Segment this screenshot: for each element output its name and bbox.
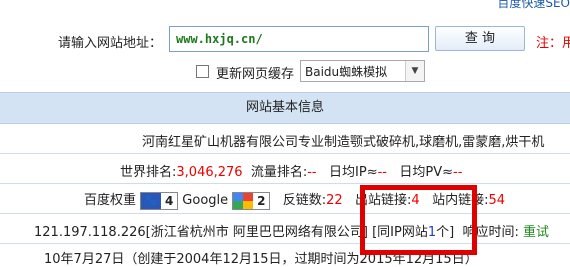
url-label: 请输入网站地址：	[58, 36, 163, 51]
google-icon	[233, 192, 254, 209]
baidu-weight-badge[interactable]: 🐾 4	[140, 191, 179, 210]
traffic-rank-value: --	[307, 165, 317, 180]
date-row: 10年7月27日（创建于2004年12月15日，过期时间为2015年12月15日…	[0, 244, 570, 267]
world-rank-value: 3,046,276	[176, 165, 243, 180]
baidu-paw-icon: 🐾	[141, 192, 162, 209]
query-button[interactable]: 查 询	[435, 26, 525, 51]
daily-pv-label: 日均PV≈	[399, 165, 454, 180]
search-area: 请输入网站地址： www.hxjq.cn/ 查 询 注：用 更新网页缓存 Bai…	[0, 24, 570, 92]
google-pr-badge[interactable]: 2	[232, 191, 271, 210]
site-info-panel: 网站基本信息 河南红星矿山机器有限公司专业制造颚式破碎机,球磨机,雷蒙磨,烘干机…	[0, 92, 570, 267]
daily-ip-value: --	[377, 165, 387, 180]
top-link[interactable]: 百度快速SEO	[497, 0, 570, 11]
google-pr-value: 2	[253, 192, 270, 209]
response-value[interactable]: 重试	[523, 225, 549, 240]
google-label: Google	[182, 193, 229, 208]
panel-title: 网站基本信息	[0, 93, 570, 124]
update-cache-label[interactable]: 更新网页缓存	[216, 63, 294, 82]
company-row: 河南红星矿山机器有限公司专业制造颚式破碎机,球磨机,雷蒙磨,烘干机	[0, 124, 570, 154]
update-cache-checkbox[interactable]	[196, 65, 209, 78]
baidu-weight-value: 4	[161, 192, 178, 209]
weight-row: 百度权重 🐾 4 Google 2 反链数:22 出站链接:4 站内链接:54	[0, 184, 570, 214]
backlinks-value[interactable]: 22	[326, 193, 343, 208]
daily-ip-label: 日均IP≈	[329, 165, 378, 180]
baidu-weight-label: 百度权重	[84, 193, 137, 208]
url-input[interactable]: www.hxjq.cn/	[169, 26, 429, 52]
backlinks-label: 反链数:	[282, 193, 327, 208]
spider-select-value: Baidu蜘蛛模拟	[305, 65, 388, 79]
daily-pv-value: --	[453, 165, 463, 180]
spider-select[interactable]: Baidu蜘蛛模拟 ▼	[300, 60, 425, 82]
chevron-down-icon[interactable]: ▼	[405, 61, 424, 81]
rank-row: 世界排名:3,046,276 流量排名:-- 日均IP≈-- 日均PV≈--	[0, 154, 570, 184]
rank-line: 世界排名:3,046,276 流量排名:-- 日均IP≈-- 日均PV≈--	[120, 161, 462, 180]
inbound-value[interactable]: 54	[489, 193, 506, 208]
highlight-box	[360, 185, 477, 255]
top-strip: 百度快速SEO	[0, 0, 570, 11]
world-rank-label: 世界排名:	[120, 165, 177, 180]
traffic-rank-label: 流量排名:	[250, 165, 308, 180]
ip-row: 121.197.118.226[浙江省杭州市 阿里巴巴网络有限公司] [同IP网…	[0, 214, 570, 244]
ip-text: 121.197.118.226[浙江省杭州市 阿里巴巴网络有限公司]	[34, 225, 368, 240]
company-name: 河南红星矿山机器有限公司专业制造颚式破碎机,球磨机,雷蒙磨,烘干机	[142, 135, 545, 150]
note-text: 注：用	[536, 36, 570, 51]
